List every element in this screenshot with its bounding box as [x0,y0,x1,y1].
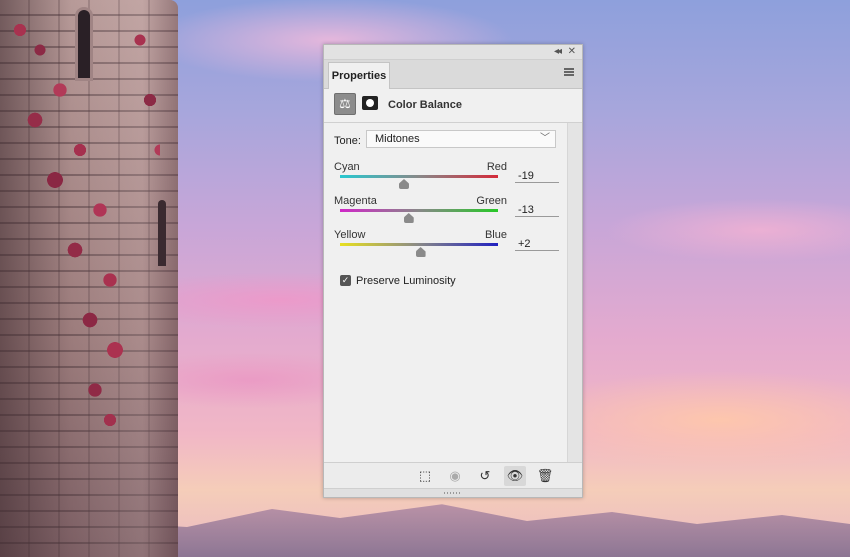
reset-icon[interactable]: ↺ [474,466,496,486]
panel-content: Tone: Midtones ﹀ Cyan Red -19 Magenta Gr… [324,123,582,465]
layer-mask-icon[interactable] [362,96,378,110]
close-icon[interactable]: ✕ [568,46,576,58]
adjustment-title: Color Balance [388,99,462,111]
preserve-luminosity-checkbox[interactable]: ✓ [340,275,351,286]
properties-panel: ◂◂ ✕ Properties ⚖ Color Balance Tone: Mi… [323,44,583,498]
scrollbar[interactable] [567,123,582,465]
balance-scale-icon[interactable]: ⚖ [334,93,356,115]
trash-icon[interactable]: 🗑 [534,466,556,486]
collapse-icon[interactable]: ◂◂ [554,46,562,58]
slider-left-label: Cyan [334,161,360,173]
view-previous-state-icon[interactable]: ◉ [444,466,466,486]
yellow-blue-thumb[interactable] [415,247,426,257]
magenta-green-track[interactable] [340,209,498,212]
preserve-luminosity-label: Preserve Luminosity [356,275,456,287]
magenta-green-thumb[interactable] [403,213,414,223]
yellow-blue-slider-row: Yellow Blue +2 [334,229,559,263]
magenta-green-slider-row: Magenta Green -13 [334,195,559,229]
slider-right-label: Green [476,195,507,207]
yellow-blue-track[interactable] [340,243,498,246]
tone-dropdown-value: Midtones [375,133,420,145]
slider-left-label: Magenta [334,195,377,207]
adjustment-header: ⚖ Color Balance [324,89,582,123]
resize-grip[interactable] [324,488,582,497]
cyan-red-value-field[interactable]: -19 [515,169,559,183]
castle-tower [0,0,178,560]
cyan-red-track[interactable] [340,175,498,178]
tab-properties[interactable]: Properties [328,62,390,89]
panel-titlebar: ◂◂ ✕ [324,45,582,60]
visibility-eye-icon[interactable]: 👁 [504,466,526,486]
tone-label: Tone: [334,135,361,147]
panel-menu-icon[interactable] [564,68,574,76]
ivy-vines [0,0,160,560]
slider-right-label: Blue [484,229,507,241]
tone-dropdown[interactable]: Midtones ﹀ [366,130,556,148]
panel-footer: ⬚ ◉ ↺ 👁 🗑 [324,462,582,489]
cyan-red-slider-row: Cyan Red -19 [334,161,559,195]
clip-to-layer-icon[interactable]: ⬚ [414,466,436,486]
slider-left-label: Yellow [334,229,366,241]
chevron-down-icon: ﹀ [540,133,550,144]
cyan-red-thumb[interactable] [398,179,409,189]
tab-bar: Properties [324,60,582,89]
magenta-green-value-field[interactable]: -13 [515,203,559,217]
slider-right-label: Red [486,161,507,173]
yellow-blue-value-field[interactable]: +2 [515,237,559,251]
